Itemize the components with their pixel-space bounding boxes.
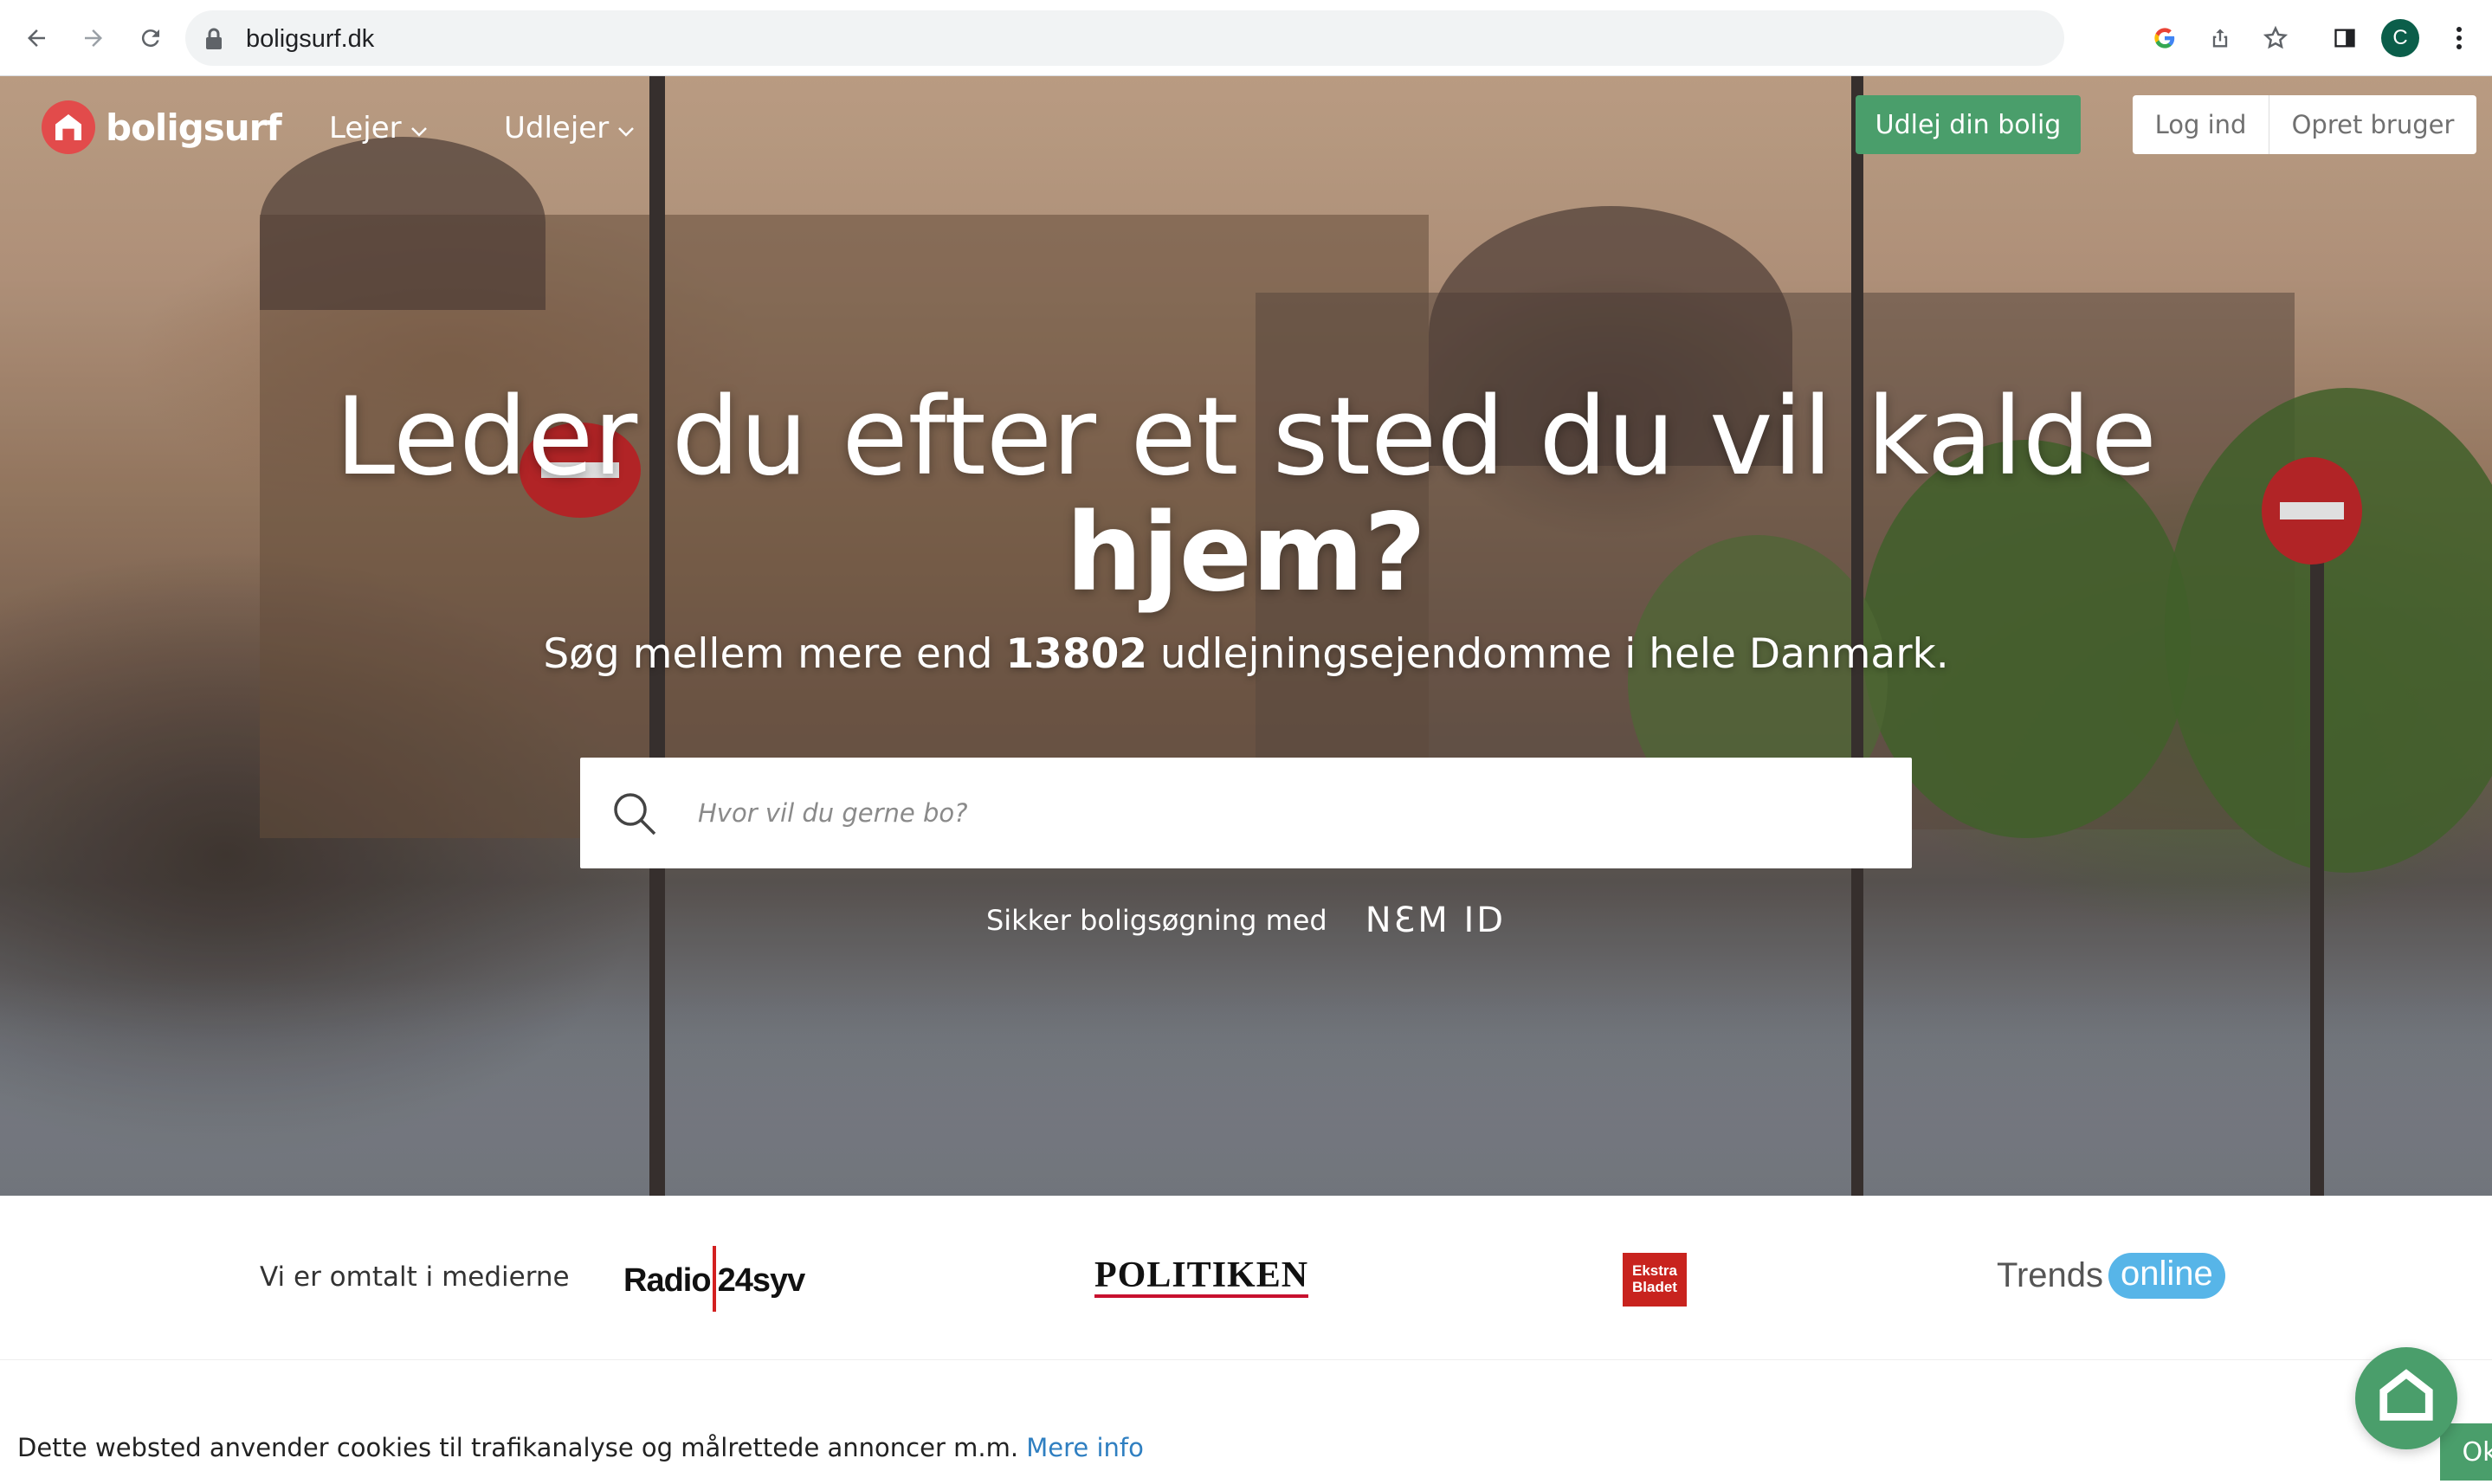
chat-house-icon <box>2376 1366 2437 1430</box>
location-search-input[interactable] <box>698 784 1875 842</box>
radio-left-text: Radio <box>623 1262 712 1300</box>
nav-udlejer[interactable]: Udlejer <box>504 111 635 145</box>
politiken-logo[interactable]: POLITIKEN <box>1094 1256 1309 1298</box>
trends-online-logo[interactable]: Trends online <box>1997 1253 2225 1299</box>
rent-out-button[interactable]: Udlej din bolig <box>1856 95 2081 154</box>
secure-search-text: Sikker boligsøgning med <box>985 904 1327 937</box>
bookmark-star-icon[interactable] <box>2256 19 2295 57</box>
lock-icon <box>204 28 223 54</box>
profile-avatar[interactable]: C <box>2381 19 2419 57</box>
radio-logo-bar <box>712 1246 716 1312</box>
hero-headline: Leder du efter et sted du vil kalde hjem… <box>0 379 2492 611</box>
cookie-ok-button[interactable]: Ok <box>2440 1423 2492 1481</box>
hero-section: boligsurf Lejer Udlejer Udlej din bolig … <box>0 76 2492 1196</box>
search-icon[interactable] <box>611 790 658 841</box>
nemid-notice: Sikker boligsøgning med NƐM ID <box>0 900 2492 940</box>
google-icon[interactable] <box>2146 19 2184 57</box>
sub-prefix: Søg mellem mere end <box>543 630 1006 678</box>
search-box <box>580 758 1912 868</box>
signup-button[interactable]: Opret bruger <box>2269 95 2476 154</box>
chevron-down-icon <box>617 111 635 145</box>
hero-subheadline: Søg mellem mere end 13802 udlejningsejen… <box>0 630 2492 678</box>
back-icon[interactable] <box>17 19 55 57</box>
sub-suffix: udlejningsejendomme i hele Danmark. <box>1146 630 1949 678</box>
logo-text: boligsurf <box>106 106 282 149</box>
chevron-down-icon <box>410 111 428 145</box>
cookie-message: Dette websted anvender cookies til trafi… <box>17 1433 1144 1462</box>
forward-icon[interactable] <box>74 19 113 57</box>
headline-line-1: Leder du efter et sted du vil kalde <box>335 375 2157 500</box>
ekstra-line-2: Bladet <box>1632 1279 1677 1295</box>
nav-lejer[interactable]: Lejer <box>329 111 428 145</box>
kebab-menu-icon[interactable] <box>2440 19 2478 57</box>
cookie-banner: Dette websted anvender cookies til trafi… <box>0 1360 2492 1484</box>
trends-word: Trends <box>1997 1256 2104 1294</box>
nav-udlejer-label: Udlejer <box>504 111 610 145</box>
chat-widget[interactable] <box>2355 1347 2457 1449</box>
ekstra-bladet-logo[interactable]: Ekstra Bladet <box>1623 1253 1687 1307</box>
cookie-text: Dette websted anvender cookies til trafi… <box>17 1433 1027 1462</box>
radio-right-text: 24syv <box>717 1262 806 1300</box>
nav-lejer-label: Lejer <box>329 111 402 145</box>
side-panel-icon[interactable] <box>2326 19 2364 57</box>
media-mentions: Vi er omtalt i medierne Radio 24syv POLIT… <box>0 1196 2492 1360</box>
trends-pill: online <box>2108 1253 2225 1299</box>
cookie-more-info-link[interactable]: Mere info <box>1026 1433 1144 1462</box>
property-count: 13802 <box>1005 630 1147 678</box>
site-logo[interactable]: boligsurf <box>42 100 282 154</box>
share-icon[interactable] <box>2201 19 2239 57</box>
reload-icon[interactable] <box>132 19 170 57</box>
ekstra-line-1: Ekstra <box>1632 1262 1677 1279</box>
headline-line-2: hjem? <box>1065 491 1427 616</box>
nemid-logo: NƐM ID <box>1365 900 1507 940</box>
browser-toolbar: boligsurf.dk C <box>0 0 2492 76</box>
house-logo-icon <box>42 100 95 154</box>
auth-button-group: Log ind Opret bruger <box>2133 95 2476 154</box>
address-bar[interactable]: boligsurf.dk <box>185 10 2064 66</box>
login-button[interactable]: Log ind <box>2133 95 2269 154</box>
url-text: boligsurf.dk <box>246 25 375 53</box>
radio24syv-logo[interactable]: Radio 24syv <box>623 1246 806 1315</box>
media-label: Vi er omtalt i medierne <box>260 1261 570 1293</box>
